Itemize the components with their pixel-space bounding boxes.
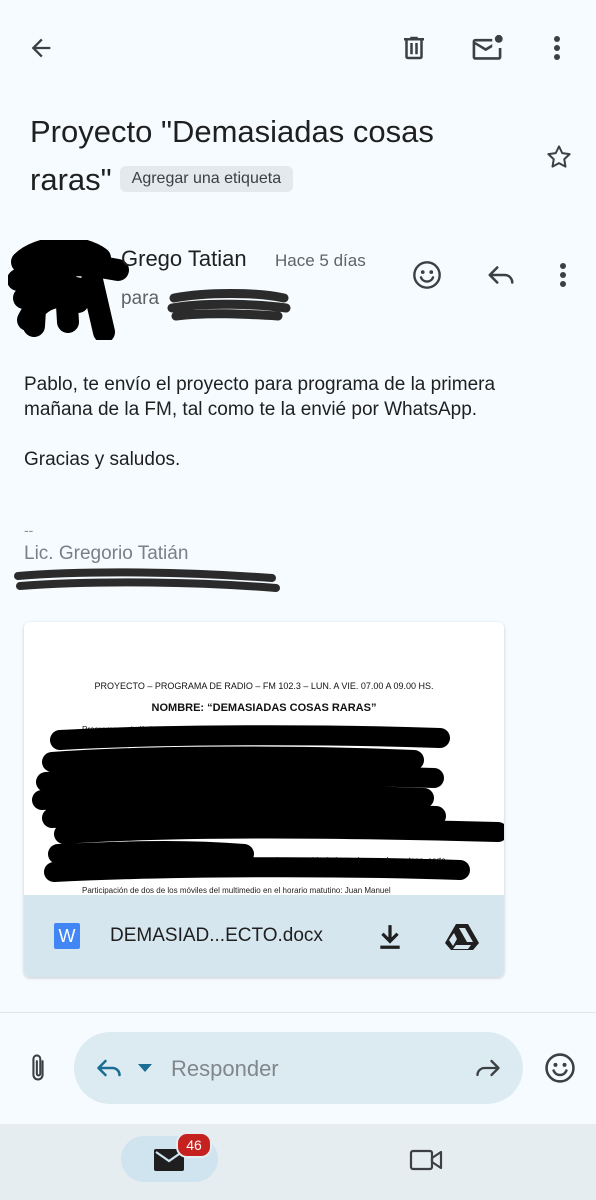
star-button[interactable] [538,136,580,178]
reply-mode-button[interactable] [92,1052,126,1084]
message-body: Pablo, te envío el proyecto para program… [24,372,564,472]
unread-count-badge: 46 [176,1132,212,1158]
caret-down-icon [138,1064,152,1072]
body-paragraph: Gracias y saludos. [24,449,181,470]
download-button[interactable] [370,917,410,957]
reply-options-dropdown[interactable] [136,1058,154,1078]
emoji-reaction-button[interactable] [540,1048,580,1088]
video-camera-icon [409,1149,443,1171]
reply-icon [488,266,514,284]
arrow-left-icon [31,38,51,58]
delete-button[interactable] [392,28,436,68]
download-icon [380,925,400,949]
redacted-document-text [32,725,504,882]
attachment-bar: W DEMASIAD...ECTO.docx [24,895,504,977]
signature-name: Lic. Gregorio Tatián [24,543,189,564]
attachment-filename[interactable]: DEMASIAD...ECTO.docx [110,925,323,947]
sender-name[interactable]: Grego Tatian [121,246,247,272]
trash-icon [404,36,424,60]
reply-placeholder[interactable]: Responder [171,1056,279,1082]
react-emoji-button[interactable] [406,254,448,296]
redacted-avatar-scribble [8,240,129,340]
redacted-recipient [166,284,292,326]
message-more-button[interactable] [546,254,580,296]
nav-meet-tab[interactable] [408,1144,444,1176]
reply-button[interactable] [480,254,522,296]
mark-unread-button[interactable] [462,28,512,68]
signature-separator: -- [24,522,34,538]
message-time: Hace 5 días [275,251,366,270]
more-vertical-icon [554,36,560,60]
more-vertical-icon [560,263,566,287]
document-preview[interactable]: PROYECTO – PROGRAMA DE RADIO – FM 102.3 … [24,622,504,895]
sender-avatar[interactable] [8,240,130,340]
attachment-card[interactable]: PROYECTO – PROGRAMA DE RADIO – FM 102.3 … [24,622,504,977]
emoji-icon [545,1053,575,1083]
body-paragraph: Pablo, te envío el proyecto para program… [24,374,496,420]
paperclip-icon [32,1054,44,1081]
google-drive-icon [445,924,479,950]
add-label-chip[interactable]: Agregar una etiqueta [119,165,294,192]
mark-unread-icon [472,34,503,60]
emoji-icon [413,261,441,289]
attach-file-button[interactable] [20,1048,56,1088]
email-subject: Proyecto "Demasiadas cosas raras" Agregar… [30,108,510,204]
reply-icon [97,1059,121,1077]
redacted-signature-line [10,566,284,600]
reply-input[interactable]: Responder [74,1032,523,1104]
forward-button[interactable] [470,1052,506,1084]
save-to-drive-button[interactable] [440,917,484,957]
star-icon [547,145,571,168]
recipient-label[interactable]: para [121,288,159,310]
more-options-button[interactable] [538,28,576,68]
bottom-navigation: 46 [0,1124,596,1200]
word-doc-icon: W [54,923,80,949]
forward-icon [476,1059,500,1077]
back-button[interactable] [18,28,64,68]
divider [0,1012,596,1013]
nav-mail-tab[interactable]: 46 [121,1132,218,1182]
